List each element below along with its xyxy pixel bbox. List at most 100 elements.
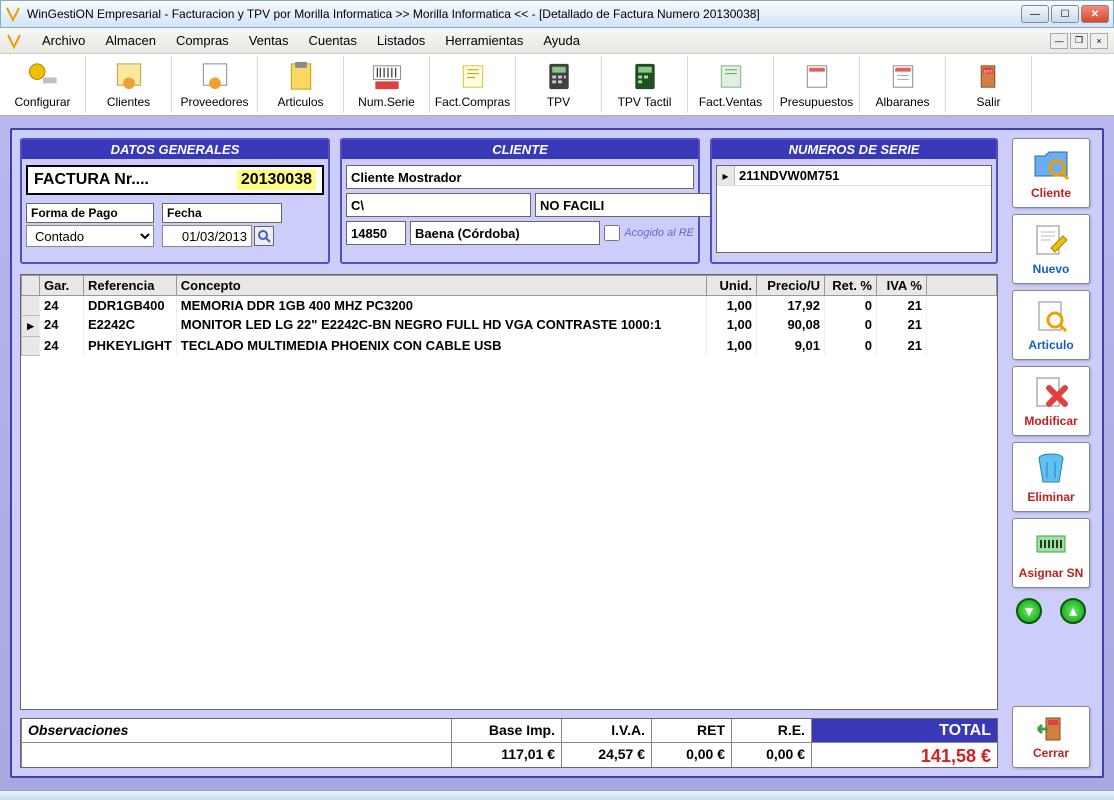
calculator-icon <box>541 60 577 93</box>
grid-header-precio[interactable]: Precio/U <box>757 276 825 296</box>
window-close-button[interactable]: ✕ <box>1081 5 1109 23</box>
grid-header-gar[interactable]: Gar. <box>40 276 84 296</box>
action-eliminar-button[interactable]: Eliminar <box>1012 442 1090 512</box>
cliente-localidad-input[interactable] <box>410 221 600 245</box>
grid-row[interactable]: 24 DDR1GB400 MEMORIA DDR 1GB 400 MHZ PC3… <box>22 296 997 316</box>
acogido-re-checkbox[interactable] <box>604 221 620 245</box>
cell-unid[interactable]: 1,00 <box>707 336 757 355</box>
forma-pago-select[interactable]: Contado <box>26 225 154 247</box>
cell-gar[interactable]: 24 <box>40 336 84 355</box>
toolbar-factventas[interactable]: Fact.Ventas <box>688 56 774 113</box>
cliente-cp-input[interactable] <box>346 221 406 245</box>
base-label: Base Imp. <box>452 719 561 743</box>
invoice-in-icon <box>455 60 491 93</box>
toolbar-label: Albaranes <box>875 95 929 109</box>
action-cerrar-button[interactable]: Cerrar <box>1012 706 1090 768</box>
factura-number: 20130038 <box>237 170 316 190</box>
invoice-lines-grid[interactable]: Gar. Referencia Concepto Unid. Precio/U … <box>20 274 998 710</box>
grid-header-iva[interactable]: IVA % <box>877 276 927 296</box>
move-down-button[interactable]: ▼ <box>1016 598 1042 624</box>
action-label: Cerrar <box>1033 746 1069 760</box>
grid-header-concepto[interactable]: Concepto <box>176 276 706 296</box>
toolbar-albaranes[interactable]: Albaranes <box>860 56 946 113</box>
fecha-input[interactable] <box>162 225 252 247</box>
grid-rowhead-col <box>22 276 40 296</box>
mdi-restore-button[interactable]: ❐ <box>1070 33 1088 49</box>
clipboard-icon <box>283 60 319 93</box>
trash-icon <box>1031 450 1071 488</box>
action-asignar-sn-button[interactable]: Asignar SN <box>1012 518 1090 588</box>
cell-ret[interactable]: 0 <box>825 315 877 336</box>
grid-row[interactable]: 24 PHKEYLIGHT TECLADO MULTIMEDIA PHOENIX… <box>22 336 997 355</box>
menu-cuentas[interactable]: Cuentas <box>298 29 366 52</box>
toolbar-tpvtactil[interactable]: TPV Tactil <box>602 56 688 113</box>
window-maximize-button[interactable]: ☐ <box>1051 5 1079 23</box>
toolbar-tpv[interactable]: TPV <box>516 56 602 113</box>
menu-compras[interactable]: Compras <box>166 29 239 52</box>
toolbar-factcompras[interactable]: Fact.Compras <box>430 56 516 113</box>
toolbar-configurar[interactable]: Configurar <box>0 56 86 113</box>
cell-ret[interactable]: 0 <box>825 336 877 355</box>
cell-precio[interactable]: 17,92 <box>757 296 825 316</box>
cliente-direccion-input[interactable] <box>346 193 531 217</box>
grid-header-ref[interactable]: Referencia <box>84 276 177 296</box>
cell-gar[interactable]: 24 <box>40 296 84 316</box>
action-cliente-button[interactable]: Cliente <box>1012 138 1090 208</box>
serial-number-list[interactable]: ▸ 211NDVW0M751 <box>716 165 992 253</box>
cell-unid[interactable]: 1,00 <box>707 315 757 336</box>
cell-iva[interactable]: 21 <box>877 296 927 316</box>
cell-concepto[interactable]: MONITOR LED LG 22" E2242C-BN NEGRO FULL … <box>176 315 706 336</box>
grid-header-ret[interactable]: Ret. % <box>825 276 877 296</box>
re-label: R.E. <box>732 719 811 743</box>
action-articulo-button[interactable]: Articulo <box>1012 290 1090 360</box>
action-modificar-button[interactable]: Modificar <box>1012 366 1090 436</box>
cell-ref[interactable]: E2242C <box>84 315 177 336</box>
toolbar-salir[interactable]: EXITSalir <box>946 56 1032 113</box>
grid-row[interactable]: ▸ 24 E2242C MONITOR LED LG 22" E2242C-BN… <box>22 315 997 336</box>
menu-almacen[interactable]: Almacen <box>95 29 166 52</box>
toolbar-proveedores[interactable]: Proveedores <box>172 56 258 113</box>
menu-ventas[interactable]: Ventas <box>239 29 299 52</box>
toolbar-presupuestos[interactable]: Presupuestos <box>774 56 860 113</box>
cell-ret[interactable]: 0 <box>825 296 877 316</box>
menu-listados[interactable]: Listados <box>367 29 435 52</box>
cell-precio[interactable]: 90,08 <box>757 315 825 336</box>
cliente-nif-input[interactable] <box>535 193 720 217</box>
mdi-close-button[interactable]: × <box>1090 33 1108 49</box>
cliente-nombre-input[interactable] <box>346 165 694 189</box>
toolbar-label: TPV Tactil <box>618 95 672 109</box>
toolbar-label: Clientes <box>107 95 150 109</box>
cell-ref[interactable]: PHKEYLIGHT <box>84 336 177 355</box>
cell-precio[interactable]: 9,01 <box>757 336 825 355</box>
serial-number-cell[interactable]: 211NDVW0M751 <box>735 166 843 185</box>
cell-concepto[interactable]: TECLADO MULTIMEDIA PHOENIX CON CABLE USB <box>176 336 706 355</box>
panel-datos-generales: DATOS GENERALES FACTURA Nr.... 20130038 … <box>20 138 330 264</box>
observaciones-value[interactable] <box>22 743 451 749</box>
grid-header-unid[interactable]: Unid. <box>707 276 757 296</box>
menu-herramientas[interactable]: Herramientas <box>435 29 533 52</box>
budget-icon <box>799 60 835 93</box>
cell-concepto[interactable]: MEMORIA DDR 1GB 400 MHZ PC3200 <box>176 296 706 316</box>
toolbar-articulos[interactable]: Articulos <box>258 56 344 113</box>
toolbar-numserie[interactable]: Num.Serie <box>344 56 430 113</box>
cell-ref[interactable]: DDR1GB400 <box>84 296 177 316</box>
window-titlebar: WinGestiON Empresarial - Facturacion y T… <box>0 0 1114 28</box>
window-minimize-button[interactable]: — <box>1021 5 1049 23</box>
cell-iva[interactable]: 21 <box>877 315 927 336</box>
cell-unid[interactable]: 1,00 <box>707 296 757 316</box>
mdi-minimize-button[interactable]: — <box>1050 33 1068 49</box>
move-up-button[interactable]: ▲ <box>1060 598 1086 624</box>
panel-header: DATOS GENERALES <box>22 140 328 159</box>
grid-header-spacer <box>927 276 997 296</box>
invoice-out-icon <box>713 60 749 93</box>
magnifier-icon <box>257 229 271 243</box>
cell-iva[interactable]: 21 <box>877 336 927 355</box>
fecha-search-button[interactable] <box>254 226 274 246</box>
app-icon <box>5 6 21 22</box>
cell-gar[interactable]: 24 <box>40 315 84 336</box>
exit-icon: EXIT <box>971 60 1007 93</box>
action-nuevo-button[interactable]: Nuevo <box>1012 214 1090 284</box>
menu-ayuda[interactable]: Ayuda <box>533 29 590 52</box>
toolbar-clientes[interactable]: Clientes <box>86 56 172 113</box>
menu-archivo[interactable]: Archivo <box>32 29 95 52</box>
